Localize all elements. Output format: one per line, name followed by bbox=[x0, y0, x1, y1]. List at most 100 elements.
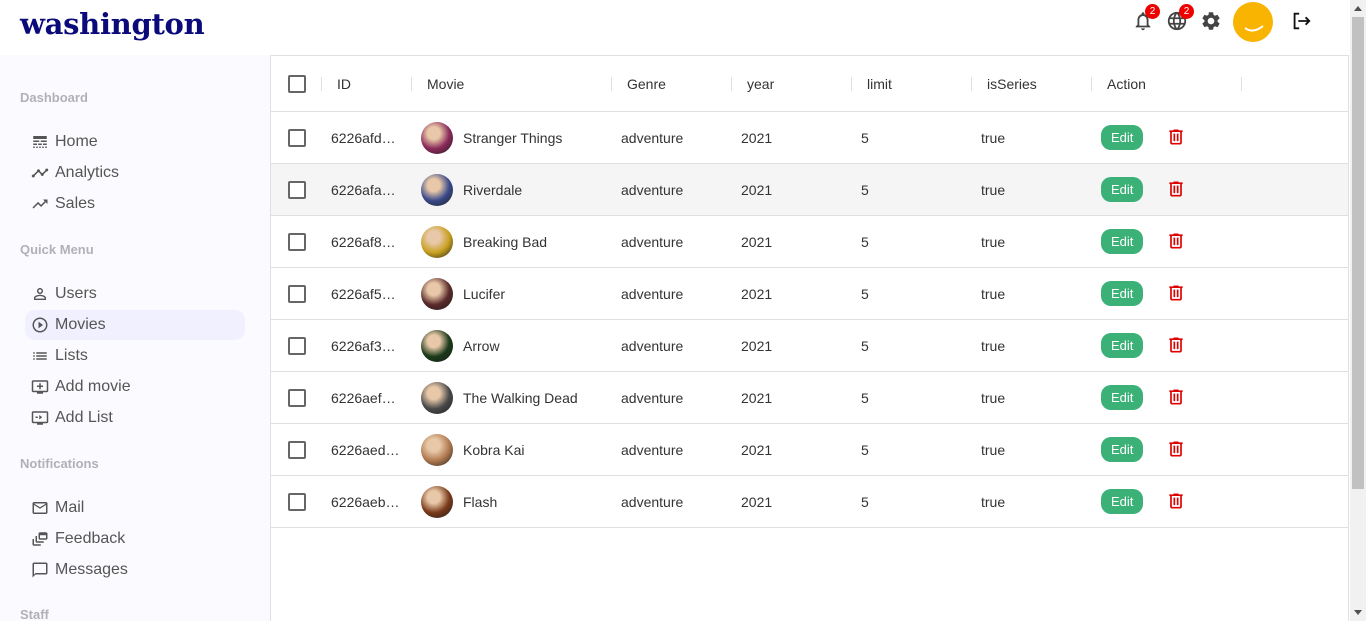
column-header-movie[interactable]: Movie bbox=[427, 56, 464, 112]
page-scrollbar[interactable] bbox=[1350, 0, 1366, 621]
cell-limit: 5 bbox=[861, 129, 869, 146]
scroll-down-arrow[interactable] bbox=[1354, 610, 1362, 615]
column-separator[interactable] bbox=[1091, 77, 1092, 91]
column-header-year[interactable]: year bbox=[747, 56, 774, 112]
movie-title: The Walking Dead bbox=[463, 389, 578, 406]
edit-button[interactable]: Edit bbox=[1101, 437, 1144, 462]
sidebar-item-home[interactable]: Home bbox=[25, 127, 245, 157]
cell-id: 6226af5… bbox=[331, 285, 396, 302]
edit-button[interactable]: Edit bbox=[1101, 281, 1144, 306]
edit-button[interactable]: Edit bbox=[1101, 489, 1144, 514]
table-row[interactable]: 6226aed… Kobra Kai adventure 2021 5 true Edit bbox=[271, 424, 1348, 476]
movie-title: Flash bbox=[463, 493, 498, 510]
user-avatar[interactable] bbox=[1233, 2, 1273, 42]
edit-button[interactable]: Edit bbox=[1101, 125, 1144, 150]
column-separator[interactable] bbox=[611, 77, 612, 91]
cell-genre: adventure bbox=[621, 233, 684, 250]
sidebar-item-lists[interactable]: Lists bbox=[25, 341, 245, 371]
sidebar-item-analytics[interactable]: Analytics bbox=[25, 158, 245, 188]
column-header-isseries[interactable]: isSeries bbox=[987, 56, 1037, 112]
cell-id: 6226aed… bbox=[331, 441, 400, 458]
mail-icon bbox=[31, 499, 49, 517]
row-select-cell bbox=[288, 268, 306, 319]
select-all-checkbox[interactable] bbox=[288, 75, 306, 93]
column-separator[interactable] bbox=[731, 77, 732, 91]
cell-year: 2021 bbox=[741, 493, 773, 510]
table-row[interactable]: 6226af3… Arrow adventure 2021 5 true Edit bbox=[271, 320, 1348, 372]
trending-up-icon bbox=[31, 195, 49, 213]
row-checkbox[interactable] bbox=[288, 180, 306, 199]
cell-genre: adventure bbox=[621, 181, 684, 198]
delete-trash-icon[interactable] bbox=[1166, 387, 1186, 407]
cell-action: Edit bbox=[1101, 320, 1144, 371]
column-header-genre[interactable]: Genre bbox=[627, 56, 666, 112]
column-header-id[interactable]: ID bbox=[337, 56, 351, 112]
column-separator[interactable] bbox=[411, 77, 412, 91]
column-header-action[interactable]: Action bbox=[1107, 56, 1146, 112]
sidebar-item-movies[interactable]: Movies bbox=[25, 310, 245, 340]
row-checkbox[interactable] bbox=[288, 128, 306, 147]
row-select-cell bbox=[288, 164, 306, 215]
sidebar-item-sales[interactable]: Sales bbox=[25, 189, 245, 219]
cell-action: Edit bbox=[1101, 268, 1144, 319]
delete-trash-icon[interactable] bbox=[1166, 127, 1186, 147]
top-bar: washington 2 2 bbox=[0, 0, 1350, 55]
column-separator[interactable] bbox=[851, 77, 852, 91]
settings-gear-icon[interactable] bbox=[1200, 10, 1222, 32]
scroll-up-arrow[interactable] bbox=[1354, 6, 1362, 11]
row-checkbox[interactable] bbox=[288, 232, 306, 251]
delete-trash-icon[interactable] bbox=[1166, 439, 1186, 459]
delete-trash-icon[interactable] bbox=[1166, 491, 1186, 511]
notifications-icon[interactable]: 2 bbox=[1132, 4, 1160, 32]
sidebar-item-add-list[interactable]: Add List bbox=[25, 403, 245, 433]
cell-genre: adventure bbox=[621, 493, 684, 510]
cell-limit: 5 bbox=[861, 285, 869, 302]
cell-genre: adventure bbox=[621, 285, 684, 302]
row-checkbox[interactable] bbox=[288, 440, 306, 459]
sidebar-item-label: Feedback bbox=[55, 530, 126, 547]
cell-id: 6226afa… bbox=[331, 181, 396, 198]
edit-button[interactable]: Edit bbox=[1101, 385, 1144, 410]
sidebar-item-label: Sales bbox=[55, 195, 96, 212]
delete-trash-icon[interactable] bbox=[1166, 179, 1186, 199]
table-row[interactable]: 6226af8… Breaking Bad adventure 2021 5 true Ed… bbox=[271, 216, 1348, 268]
sidebar-item-label: Mail bbox=[55, 499, 85, 516]
cell-year: 2021 bbox=[741, 233, 773, 250]
movie-thumbnail bbox=[421, 121, 453, 154]
row-checkbox[interactable] bbox=[288, 284, 306, 303]
column-separator[interactable] bbox=[1241, 77, 1242, 91]
movie-thumbnail bbox=[421, 329, 453, 362]
table-row[interactable]: 6226aeb… Flash adventure 2021 5 true Edit bbox=[271, 476, 1348, 528]
cell-genre: adventure bbox=[621, 441, 684, 458]
row-checkbox[interactable] bbox=[288, 492, 306, 511]
sidebar-item-mail[interactable]: Mail bbox=[25, 493, 245, 523]
edit-button[interactable]: Edit bbox=[1101, 177, 1144, 202]
logout-icon[interactable] bbox=[1290, 10, 1312, 32]
column-separator[interactable] bbox=[971, 77, 972, 91]
table-row[interactable]: 6226aef… The Walking Dead adventure 2021 5 tr… bbox=[271, 372, 1348, 424]
sidebar-item-label: Messages bbox=[55, 561, 128, 578]
row-checkbox[interactable] bbox=[288, 336, 306, 355]
column-header-limit[interactable]: limit bbox=[867, 56, 892, 112]
sidebar-item-users[interactable]: Users bbox=[25, 279, 245, 309]
sidebar: Dashboard Home Analytics Sales Quick Men… bbox=[0, 55, 270, 622]
column-separator[interactable] bbox=[321, 77, 322, 91]
sidebar-item-messages[interactable]: Messages bbox=[25, 555, 245, 585]
sidebar-item-feedback[interactable]: Feedback bbox=[25, 524, 245, 554]
cell-year: 2021 bbox=[741, 389, 773, 406]
section-quick-menu: Quick Menu bbox=[20, 242, 94, 257]
movie-title: Riverdale bbox=[463, 181, 523, 198]
table-row[interactable]: 6226afa… Riverdale adventure 2021 5 true Edit bbox=[271, 164, 1348, 216]
edit-button[interactable]: Edit bbox=[1101, 229, 1144, 254]
cell-id: 6226aeb… bbox=[331, 493, 400, 510]
row-checkbox[interactable] bbox=[288, 388, 306, 407]
delete-trash-icon[interactable] bbox=[1166, 335, 1186, 355]
table-row[interactable]: 6226af5… Lucifer adventure 2021 5 true Edit bbox=[271, 268, 1348, 320]
sidebar-item-add-movie[interactable]: Add movie bbox=[25, 372, 245, 402]
scroll-thumb[interactable] bbox=[1352, 17, 1364, 489]
table-row[interactable]: 6226afd… Stranger Things adventure 2021 5 tru… bbox=[271, 112, 1348, 164]
delete-trash-icon[interactable] bbox=[1166, 283, 1186, 303]
language-icon[interactable]: 2 bbox=[1166, 4, 1194, 32]
delete-trash-icon[interactable] bbox=[1166, 231, 1186, 251]
edit-button[interactable]: Edit bbox=[1101, 333, 1144, 358]
